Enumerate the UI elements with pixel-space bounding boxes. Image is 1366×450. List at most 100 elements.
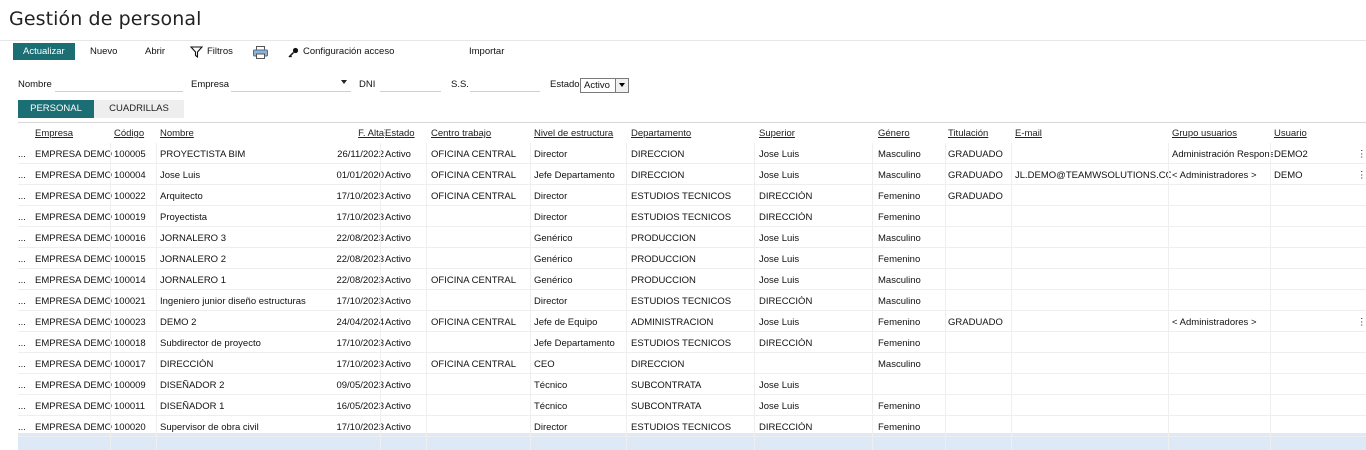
refresh-button[interactable]: Actualizar bbox=[13, 43, 75, 60]
new-button[interactable]: Nuevo bbox=[90, 44, 117, 60]
table-row[interactable]: ... EMPRESA DEMO 100023 DEMO 2 24/04/2024 Act… bbox=[18, 311, 1366, 332]
cell-code: 100019 bbox=[114, 212, 146, 223]
import-button[interactable]: Importar bbox=[469, 44, 504, 60]
row-ellipsis-button[interactable]: ... bbox=[18, 191, 26, 202]
grid-divider bbox=[110, 143, 111, 450]
open-button[interactable]: Abrir bbox=[145, 44, 165, 60]
row-ellipsis-button[interactable]: ... bbox=[18, 212, 26, 223]
cell-gender: Femenino bbox=[878, 254, 921, 265]
access-config-button[interactable]: Configuración acceso bbox=[288, 44, 394, 60]
cell-gender: Masculino bbox=[878, 149, 921, 160]
chevron-down-icon[interactable] bbox=[615, 79, 628, 92]
column-header-code[interactable]: Código bbox=[114, 128, 144, 139]
row-ellipsis-button[interactable]: ... bbox=[18, 149, 26, 160]
grid-divider bbox=[426, 143, 427, 450]
row-ellipsis-button[interactable]: ... bbox=[18, 275, 26, 286]
chevron-down-icon[interactable] bbox=[341, 80, 347, 84]
table-row[interactable]: ... EMPRESA DEMO 100004 Jose Luis 01/01/2020… bbox=[18, 164, 1366, 185]
column-header-company[interactable]: Empresa bbox=[35, 128, 73, 139]
table-row[interactable]: ... EMPRESA DEMO 100017 DIRECCIÓN 17/10/2023… bbox=[18, 353, 1366, 374]
cell-supervisor: DIRECCIÓN bbox=[759, 296, 813, 307]
toolbar: Actualizar Nuevo Abrir Filtros Configura… bbox=[0, 40, 1366, 62]
table-row[interactable]: ... EMPRESA DEMO 100018 Subdirector de proy… bbox=[18, 332, 1366, 353]
row-more-icon[interactable]: ⋮ bbox=[1357, 170, 1366, 181]
table-row[interactable]: ... EMPRESA DEMO 100021 Ingeniero junior di… bbox=[18, 290, 1366, 311]
row-ellipsis-button[interactable]: ... bbox=[18, 422, 26, 433]
cell-supervisor: DIRECCIÓN bbox=[759, 422, 813, 433]
key-icon bbox=[288, 47, 299, 58]
column-header-email[interactable]: E-mail bbox=[1015, 128, 1042, 139]
table-row[interactable]: ... EMPRESA DEMO 100015 JORNALERO 2 22/08/20… bbox=[18, 248, 1366, 269]
ss-filter-input[interactable] bbox=[470, 91, 540, 92]
row-more-icon[interactable]: ⋮ bbox=[1357, 149, 1366, 160]
company-filter-select[interactable] bbox=[231, 91, 351, 92]
cell-code: 100021 bbox=[114, 296, 146, 307]
cell-name: DEMO 2 bbox=[160, 317, 197, 328]
column-header-qualification[interactable]: Titulación bbox=[948, 128, 988, 139]
cell-supervisor: Jose Luis bbox=[759, 401, 800, 412]
cell-company: EMPRESA DEMO bbox=[35, 422, 113, 433]
table-row[interactable]: ... EMPRESA DEMO 100014 JORNALERO 1 22/08/20… bbox=[18, 269, 1366, 290]
cell-supervisor: Jose Luis bbox=[759, 149, 800, 160]
row-ellipsis-button[interactable]: ... bbox=[18, 338, 26, 349]
column-header-workplace[interactable]: Centro trabajo bbox=[431, 128, 491, 139]
cell-gender: Femenino bbox=[878, 317, 921, 328]
row-ellipsis-button[interactable]: ... bbox=[18, 254, 26, 265]
cell-company: EMPRESA DEMO bbox=[35, 170, 113, 181]
tab-cuadrillas[interactable]: CUADRILLAS bbox=[94, 100, 184, 118]
column-header-gender[interactable]: Género bbox=[878, 128, 910, 139]
cell-name: DISEÑADOR 2 bbox=[160, 380, 225, 391]
tab-personal[interactable]: PERSONAL bbox=[18, 100, 94, 118]
table-row[interactable]: ... EMPRESA DEMO 100020 Supervisor de obra … bbox=[18, 416, 1366, 437]
cell-name: Subdirector de proyecto bbox=[160, 338, 261, 349]
grid-divider bbox=[872, 143, 873, 450]
cell-structure-level: Director bbox=[534, 149, 568, 160]
row-ellipsis-button[interactable]: ... bbox=[18, 380, 26, 391]
cell-gender: Femenino bbox=[878, 212, 921, 223]
column-header-department[interactable]: Departamento bbox=[631, 128, 691, 139]
dni-filter-label: DNI bbox=[359, 79, 376, 90]
column-resize-handle[interactable]: ⋮ bbox=[380, 128, 390, 139]
row-ellipsis-button[interactable]: ... bbox=[18, 233, 26, 244]
name-filter-input[interactable] bbox=[55, 91, 183, 92]
row-ellipsis-button[interactable]: ... bbox=[18, 296, 26, 307]
cell-gender: Masculino bbox=[878, 359, 921, 370]
row-more-icon[interactable]: ⋮ bbox=[1357, 317, 1366, 328]
cell-department: ESTUDIOS TECNICOS bbox=[631, 296, 732, 307]
dni-filter-input[interactable] bbox=[380, 91, 441, 92]
cell-workplace: OFICINA CENTRAL bbox=[431, 317, 516, 328]
cell-company: EMPRESA DEMO bbox=[35, 338, 113, 349]
row-ellipsis-button[interactable]: ... bbox=[18, 359, 26, 370]
cell-workplace: OFICINA CENTRAL bbox=[431, 275, 516, 286]
table-row[interactable]: ... EMPRESA DEMO 100005 PROYECTISTA BIM 26/1… bbox=[18, 143, 1366, 164]
table-row[interactable]: ... EMPRESA DEMO 100009 DISEÑADOR 2 09/05/20… bbox=[18, 374, 1366, 395]
cell-supervisor: DIRECCIÓN bbox=[759, 191, 813, 202]
cell-company: EMPRESA DEMO bbox=[35, 275, 113, 286]
filter-icon bbox=[190, 46, 203, 58]
cell-name: Proyectista bbox=[160, 212, 207, 223]
table-row[interactable]: ... EMPRESA DEMO 100019 Proyectista 17/10/20… bbox=[18, 206, 1366, 227]
cell-code: 100004 bbox=[114, 170, 146, 181]
status-filter-select[interactable]: Activo bbox=[580, 78, 629, 93]
column-header-user[interactable]: Usuario bbox=[1274, 128, 1307, 139]
cell-department: SUBCONTRATA bbox=[631, 380, 702, 391]
row-ellipsis-button[interactable]: ... bbox=[18, 317, 26, 328]
column-header-supervisor[interactable]: Superior bbox=[759, 128, 795, 139]
print-button[interactable] bbox=[253, 44, 268, 60]
table-row[interactable]: ... EMPRESA DEMO 100022 Arquitecto 17/10/202… bbox=[18, 185, 1366, 206]
filters-button[interactable]: Filtros bbox=[190, 44, 233, 60]
table-row[interactable]: ... EMPRESA DEMO 100016 JORNALERO 3 22/08/20… bbox=[18, 227, 1366, 248]
cell-workplace: OFICINA CENTRAL bbox=[431, 191, 516, 202]
cell-status: Activo bbox=[385, 380, 411, 391]
row-ellipsis-button[interactable]: ... bbox=[18, 401, 26, 412]
column-header-user-group[interactable]: Grupo usuarios bbox=[1172, 128, 1237, 139]
table-row[interactable]: ... EMPRESA DEMO 100011 DISEÑADOR 1 16/05/20… bbox=[18, 395, 1366, 416]
cell-structure-level: Técnico bbox=[534, 401, 568, 412]
cell-status: Activo bbox=[385, 359, 411, 370]
cell-structure-level: Jefe de Equipo bbox=[534, 317, 598, 328]
row-ellipsis-button[interactable]: ... bbox=[18, 170, 26, 181]
column-header-name[interactable]: Nombre bbox=[160, 128, 194, 139]
column-header-structure-level[interactable]: Nivel de estructura bbox=[534, 128, 613, 139]
cell-hire-date: 24/04/2024 bbox=[336, 317, 384, 328]
cell-status: Activo bbox=[385, 317, 411, 328]
